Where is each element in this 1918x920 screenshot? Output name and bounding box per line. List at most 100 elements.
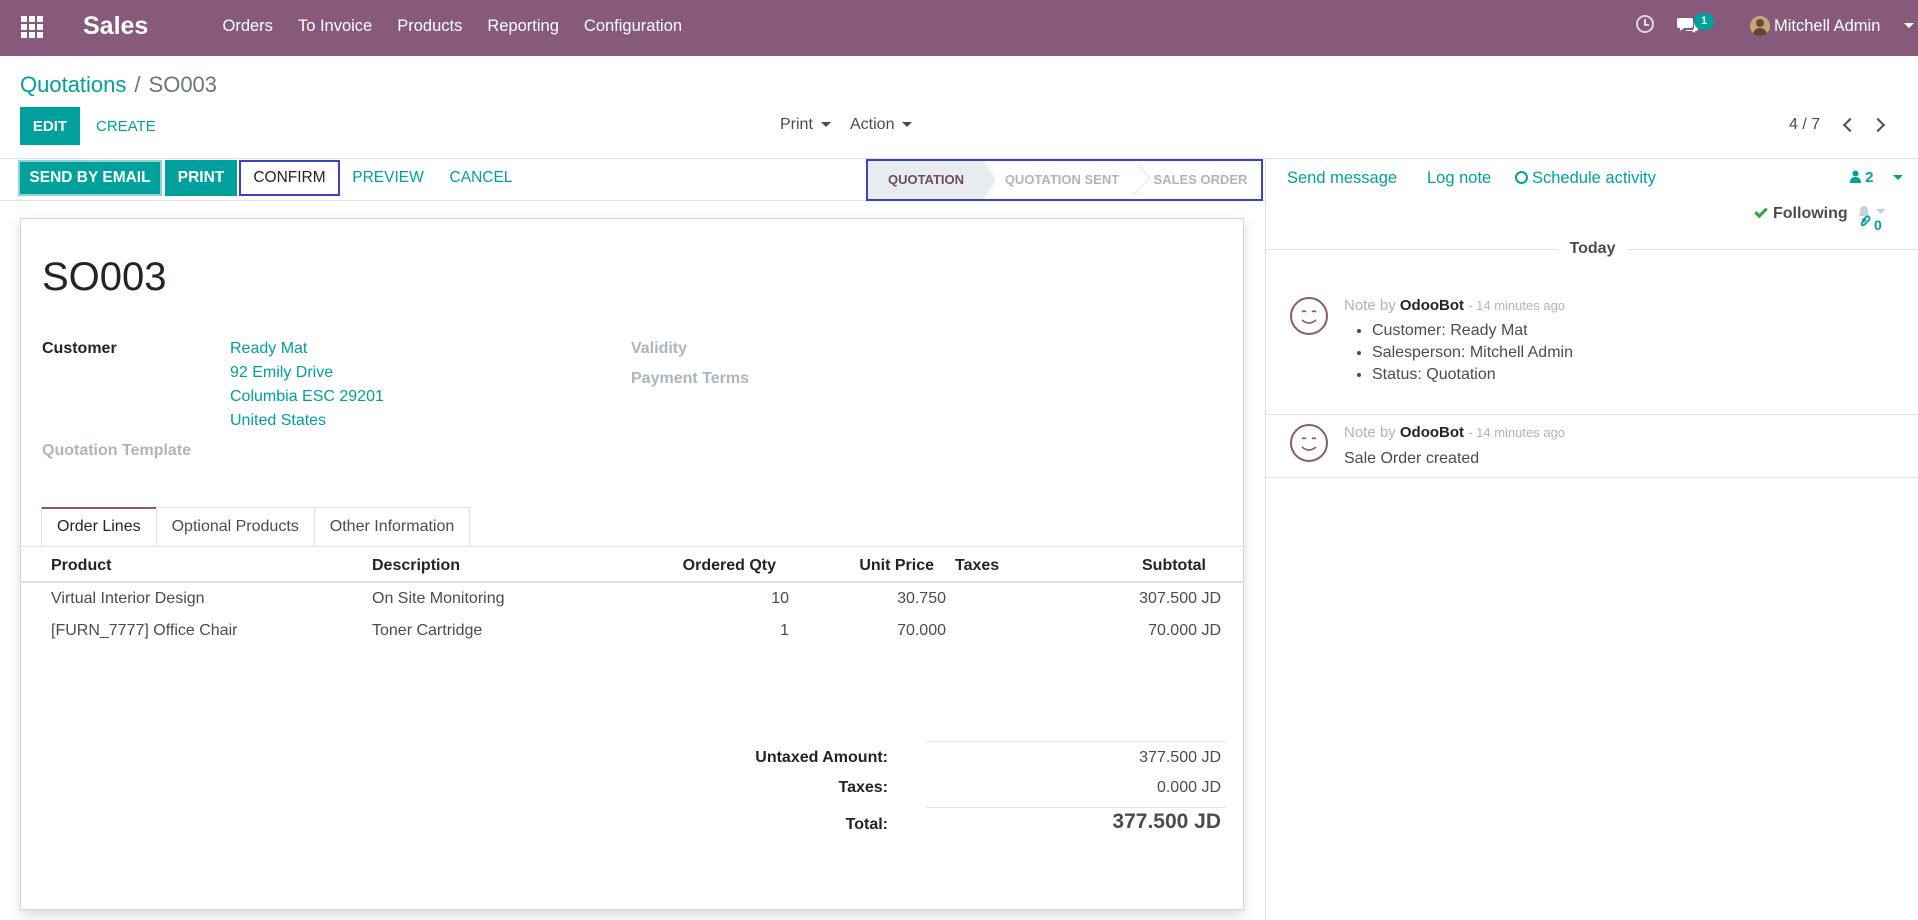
action-dropdown[interactable]: Action bbox=[850, 116, 913, 134]
today-divider-right bbox=[1628, 249, 1918, 250]
col-ordered-qty[interactable]: Ordered Qty bbox=[651, 557, 776, 575]
col-description[interactable]: Description bbox=[372, 557, 460, 575]
tracking-item: Customer: Ready Mat bbox=[1372, 322, 1573, 340]
tab-optional-products[interactable]: Optional Products bbox=[155, 507, 315, 547]
col-unit-price[interactable]: Unit Price bbox=[821, 557, 934, 575]
message-tracking-list: Customer: Ready Mat Salesperson: Mitchel… bbox=[1372, 322, 1573, 388]
form-statusbar: SEND BY EMAIL PRINT CONFIRM PREVIEW CANC… bbox=[0, 159, 1265, 201]
create-button[interactable]: CREATE bbox=[88, 107, 164, 145]
cell-subtotal: 70.000 JD bbox=[1148, 622, 1221, 639]
send-message-button[interactable]: Send message bbox=[1287, 169, 1397, 188]
message-header: Note by OdooBot - 14 minutes ago bbox=[1344, 297, 1565, 314]
chatter-panel: Send message Log note Schedule activity … bbox=[1265, 159, 1918, 920]
smiley-icon bbox=[1301, 437, 1317, 451]
breadcrumb-quotations[interactable]: Quotations bbox=[20, 72, 126, 97]
message-author[interactable]: OdooBot bbox=[1400, 297, 1464, 314]
total-value: 377.500 JD bbox=[1112, 810, 1221, 833]
customer-country[interactable]: United States bbox=[230, 412, 326, 430]
schedule-activity-button[interactable]: Schedule activity bbox=[1515, 169, 1656, 188]
menu-reporting[interactable]: Reporting bbox=[475, 0, 572, 56]
breadcrumb-current: SO003 bbox=[148, 72, 218, 97]
activity-clock-icon[interactable] bbox=[1636, 15, 1654, 33]
menu-configuration[interactable]: Configuration bbox=[571, 0, 694, 56]
print-dropdown[interactable]: Print bbox=[780, 116, 831, 134]
cancel-button[interactable]: CANCEL bbox=[442, 160, 520, 196]
user-caret-icon[interactable] bbox=[1904, 23, 1914, 28]
cell-description: Toner Cartridge bbox=[372, 622, 483, 639]
odoobot-avatar[interactable] bbox=[1290, 297, 1328, 335]
user-menu[interactable]: Mitchell Admin bbox=[1774, 17, 1880, 36]
cell-description: On Site Monitoring bbox=[372, 590, 505, 607]
table-row[interactable]: [FURN_7777] Office Chair Toner Cartridge… bbox=[21, 615, 1243, 647]
form-tabs: Order Lines Optional Products Other Info… bbox=[41, 507, 471, 547]
validity-label: Validity bbox=[631, 340, 688, 357]
status-stages: QUOTATION QUOTATION SENT SALES ORDER bbox=[866, 159, 1263, 201]
tab-order-lines[interactable]: Order Lines bbox=[41, 507, 157, 547]
message-body: Sale Order created bbox=[1344, 450, 1480, 467]
today-text: Today bbox=[1557, 240, 1628, 257]
customer-name-link[interactable]: Ready Mat bbox=[230, 340, 307, 358]
total-label: Total: bbox=[845, 816, 888, 833]
stage-quotation-sent[interactable]: QUOTATION SENT bbox=[984, 161, 1140, 199]
cell-unit-price: 70.000 bbox=[897, 622, 946, 639]
cell-qty: 10 bbox=[771, 590, 789, 607]
customer-street[interactable]: 92 Emily Drive bbox=[230, 364, 333, 382]
caret-down-icon bbox=[902, 122, 913, 128]
customer-city[interactable]: Columbia ESC 29201 bbox=[230, 388, 384, 406]
stage-quotation[interactable]: QUOTATION bbox=[868, 161, 996, 199]
followers-button[interactable]: 2 bbox=[1850, 169, 1874, 186]
tracking-item: Salesperson: Mitchell Admin bbox=[1372, 344, 1573, 362]
message-prefix: Note by bbox=[1344, 424, 1396, 441]
preview-button[interactable]: PREVIEW bbox=[345, 160, 431, 196]
stage-sales-order[interactable]: SALES ORDER bbox=[1140, 161, 1261, 199]
confirm-button[interactable]: CONFIRM bbox=[239, 160, 340, 196]
message-header: Note by OdooBot - 14 minutes ago bbox=[1344, 424, 1565, 441]
order-lines-header: Product Description Ordered Qty Unit Pri… bbox=[21, 547, 1243, 583]
menu-to-invoice[interactable]: To Invoice bbox=[285, 0, 384, 56]
menu-orders[interactable]: Orders bbox=[210, 0, 285, 56]
following-label: Following bbox=[1773, 205, 1848, 222]
user-avatar[interactable] bbox=[1750, 16, 1770, 36]
col-taxes[interactable]: Taxes bbox=[955, 557, 999, 575]
taxes-value: 0.000 JD bbox=[1156, 779, 1221, 796]
menu-products[interactable]: Products bbox=[385, 0, 475, 56]
breadcrumb: Quotations / SO003 bbox=[20, 72, 217, 98]
tab-other-information[interactable]: Other Information bbox=[313, 507, 471, 547]
col-product[interactable]: Product bbox=[51, 557, 111, 575]
caret-down-icon bbox=[820, 122, 831, 128]
person-icon bbox=[1850, 170, 1861, 183]
taxes-label: Taxes: bbox=[838, 779, 888, 796]
document-title: SO003 bbox=[42, 255, 167, 299]
quotation-template-label: Quotation Template bbox=[42, 442, 192, 459]
col-subtotal[interactable]: Subtotal bbox=[1021, 557, 1206, 575]
chat-count-badge: 1 bbox=[1694, 13, 1714, 30]
followers-caret-icon[interactable] bbox=[1893, 175, 1903, 180]
pager-previous-icon[interactable] bbox=[1838, 116, 1856, 134]
followers-count: 2 bbox=[1865, 169, 1874, 186]
edit-button[interactable]: EDIT bbox=[20, 107, 80, 145]
table-row[interactable]: Virtual Interior Design On Site Monitori… bbox=[21, 583, 1243, 615]
attachments-count: 0 bbox=[1874, 217, 1882, 233]
cell-unit-price: 30.750 bbox=[897, 590, 946, 607]
pager-next-icon[interactable] bbox=[1871, 116, 1889, 134]
apps-menu-icon[interactable] bbox=[21, 16, 43, 38]
message-divider bbox=[1266, 477, 1918, 478]
smiley-icon bbox=[1301, 310, 1317, 324]
send-by-email-button[interactable]: SEND BY EMAIL bbox=[18, 160, 162, 196]
untaxed-amount-label: Untaxed Amount: bbox=[755, 749, 888, 766]
app-brand[interactable]: Sales bbox=[83, 12, 148, 41]
action-dropdown-label: Action bbox=[850, 116, 895, 133]
following-button[interactable]: Following bbox=[1754, 204, 1848, 223]
cell-qty: 1 bbox=[780, 622, 789, 639]
breadcrumb-separator: / bbox=[134, 72, 141, 97]
check-icon bbox=[1754, 204, 1768, 219]
print-button[interactable]: PRINT bbox=[165, 160, 237, 196]
top-navbar: Sales Orders To Invoice Products Reporti… bbox=[0, 0, 1918, 56]
log-note-button[interactable]: Log note bbox=[1427, 169, 1491, 188]
pager-value[interactable]: 4 / 7 bbox=[1789, 116, 1820, 134]
clock-icon bbox=[1515, 171, 1528, 184]
message-author[interactable]: OdooBot bbox=[1400, 424, 1464, 441]
odoobot-avatar[interactable] bbox=[1290, 424, 1328, 462]
cell-subtotal: 307.500 JD bbox=[1139, 590, 1221, 607]
schedule-activity-label: Schedule activity bbox=[1532, 169, 1656, 187]
